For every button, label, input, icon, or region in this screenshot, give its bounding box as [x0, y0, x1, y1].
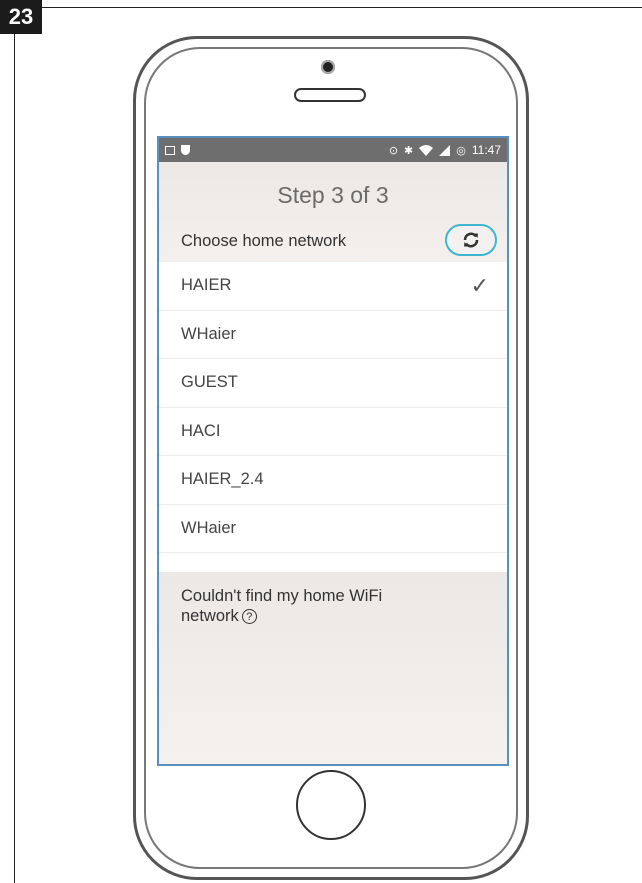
- wifi-icon: [419, 144, 434, 156]
- page-title: Step 3 of 3: [277, 182, 389, 208]
- network-name: HAIER_2.4: [181, 470, 264, 489]
- network-name: HACI: [181, 421, 221, 440]
- checkmark-icon: ✓: [470, 272, 489, 298]
- frame-left-border: [14, 7, 15, 883]
- clock-status-icon: ◎: [456, 144, 466, 157]
- network-name: WHaier: [181, 324, 237, 343]
- alarm-icon: ⊙: [388, 144, 399, 157]
- network-list: HAIER ✓ WHaier GUEST HACI HAIER_2.4 WHai…: [159, 262, 507, 553]
- home-button[interactable]: [296, 770, 366, 840]
- camera-icon: [321, 60, 335, 74]
- status-bar: ⊙ ✱ ◎ 11:47: [159, 138, 507, 162]
- network-item[interactable]: WHaier: [159, 505, 507, 553]
- phone-screen: ⊙ ✱ ◎ 11:47 Step 3 of 3 Choose home netw…: [157, 136, 509, 766]
- header-area: Step 3 of 3 Choose home network: [159, 162, 507, 262]
- refresh-icon: [463, 232, 479, 248]
- cant-find-network-link[interactable]: Couldn't find my home WiFi network?: [181, 586, 441, 626]
- network-name: HAIER: [181, 276, 232, 295]
- question-circle-icon[interactable]: ?: [241, 609, 257, 624]
- status-time: 11:47: [471, 143, 501, 157]
- bluetooth-icon: ✱: [404, 144, 414, 157]
- refresh-button[interactable]: [445, 224, 497, 256]
- network-item[interactable]: HAIER_2.4: [159, 456, 507, 505]
- signal-icon: [439, 144, 451, 156]
- network-item[interactable]: WHaier: [159, 311, 507, 359]
- network-name: WHaier: [181, 518, 237, 537]
- network-item[interactable]: GUEST: [159, 359, 507, 408]
- network-name: GUEST: [181, 373, 238, 392]
- step-badge: 23: [0, 0, 42, 34]
- cant-find-text: Couldn't find my home WiFi network: [181, 587, 383, 625]
- gallery-notification-icon: [165, 145, 175, 155]
- network-item[interactable]: HAIER ✓: [159, 262, 507, 311]
- network-item[interactable]: HACI: [159, 408, 507, 456]
- choose-network-label: Choose home network: [181, 232, 347, 250]
- footer-area: Couldn't find my home WiFi network?: [159, 572, 507, 764]
- shield-notification-icon: [181, 145, 190, 155]
- frame-top-border: [0, 7, 642, 8]
- speaker-grille: [294, 88, 366, 102]
